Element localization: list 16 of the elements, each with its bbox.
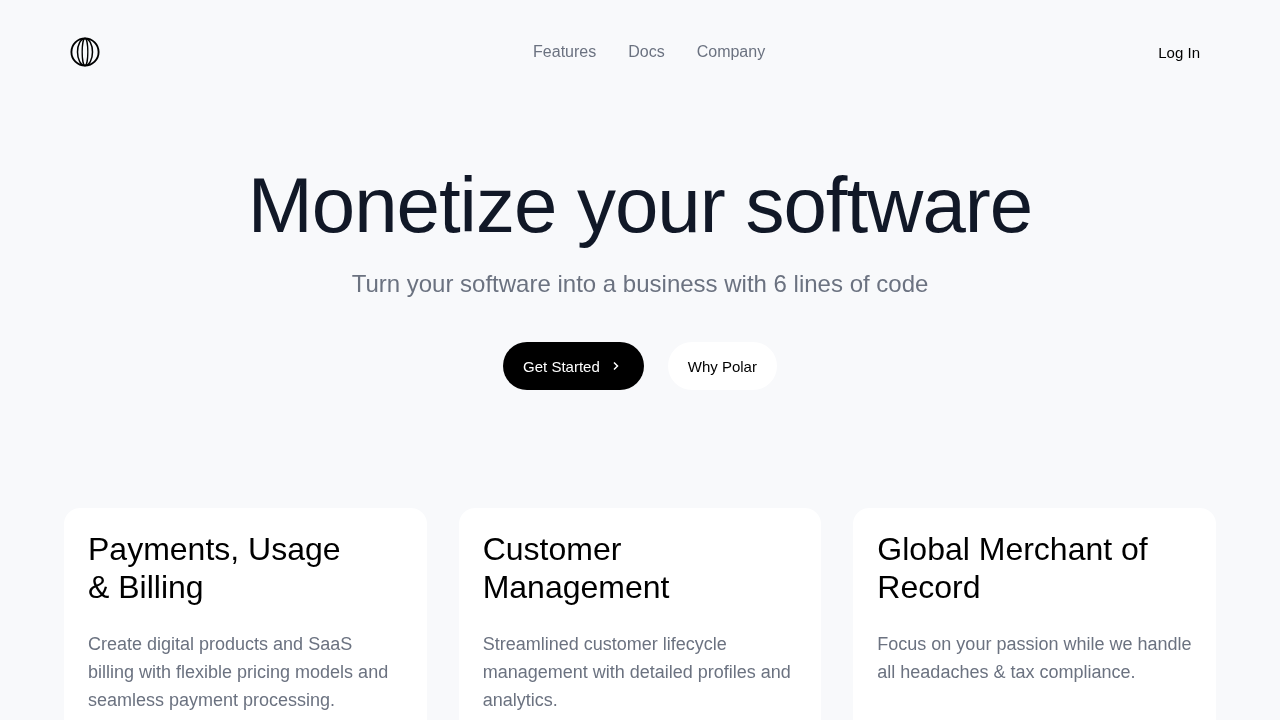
hero-subtitle: Turn your software into a business with 6 lines of code xyxy=(351,270,929,298)
card-title: Payments, Usage & Billing xyxy=(88,530,342,606)
hero-title: Monetize your software xyxy=(247,160,1033,250)
login-link[interactable]: Log In xyxy=(1158,43,1200,61)
card-title: Global Merchant of Record xyxy=(877,530,1149,606)
chevron-icon xyxy=(611,361,620,371)
card-text: Streamlined customer lifecycle management with detailed profiles and analytics. xyxy=(482,633,792,712)
nav-link[interactable]: Company xyxy=(696,43,766,61)
get-started-button[interactable]: Get Started xyxy=(503,342,644,390)
nav-link[interactable]: Docs xyxy=(628,43,665,61)
why-button[interactable]: Why Polar xyxy=(667,342,777,390)
nav-link[interactable]: Features xyxy=(533,43,597,61)
card-text: Create digital products and SaaS billing with flexible pricing models and seamless payment processing. xyxy=(88,633,390,712)
logo-icon[interactable] xyxy=(70,37,100,67)
card-text: Focus on your passion while we handle all headaches & tax compliance. xyxy=(877,633,1192,684)
card-title: Customer Management xyxy=(482,530,671,606)
